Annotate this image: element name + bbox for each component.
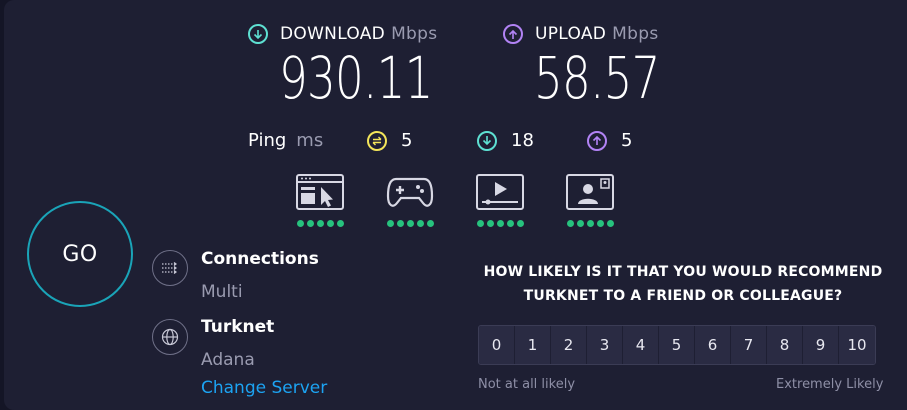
- web-browsing-icon: [296, 174, 344, 210]
- nps-option-8[interactable]: 8: [767, 326, 803, 364]
- ping-idle: 5: [367, 130, 412, 151]
- arrow-down-circle-icon: [248, 24, 268, 44]
- ping-download-value: 18: [511, 130, 534, 151]
- idle-latency-icon: [367, 130, 387, 151]
- video-chat-icon: [566, 174, 614, 210]
- video-chat-dots: [566, 220, 614, 227]
- web-browsing-rating: [296, 174, 344, 227]
- video-chat-rating: [566, 174, 614, 227]
- globe-icon: [152, 319, 188, 355]
- survey-question: HOW LIKELY IS IT THAT YOU WOULD RECOMMEN…: [463, 260, 903, 308]
- survey-question-line1: HOW LIKELY IS IT THAT YOU WOULD RECOMMEN…: [483, 264, 883, 280]
- download-label: DOWNLOAD: [280, 24, 386, 44]
- download-unit: Mbps: [391, 24, 438, 44]
- web-browsing-dots: [296, 220, 344, 227]
- nps-option-2[interactable]: 2: [551, 326, 587, 364]
- scale-high-label: Extremely Likely: [776, 377, 884, 392]
- nps-option-9[interactable]: 9: [803, 326, 839, 364]
- nps-option-3[interactable]: 3: [587, 326, 623, 364]
- survey-question-line2: TURKNET TO A FRIEND OR COLLEAGUE?: [523, 288, 843, 304]
- nps-option-5[interactable]: 5: [659, 326, 695, 364]
- connections-title: Connections: [201, 249, 319, 269]
- nps-option-7[interactable]: 7: [731, 326, 767, 364]
- video-streaming-rating: [476, 174, 524, 227]
- upload-header: UPLOAD Mbps: [503, 24, 658, 44]
- change-server-link[interactable]: Change Server: [201, 378, 327, 398]
- go-button[interactable]: GO: [27, 201, 133, 307]
- server-name: Turknet: [201, 317, 275, 337]
- gaming-icon: [386, 177, 434, 207]
- ping-unit: ms: [296, 130, 324, 151]
- ping-label-group: Ping ms: [248, 130, 323, 151]
- server-location: Adana: [201, 350, 255, 370]
- gaming-rating: [386, 174, 434, 227]
- connections-value: Multi: [201, 282, 243, 302]
- ping-download: 18: [477, 130, 534, 151]
- download-header: DOWNLOAD Mbps: [248, 24, 437, 44]
- nps-option-6[interactable]: 6: [695, 326, 731, 364]
- download-value: 930.11: [279, 44, 433, 112]
- scale-low-label: Not at all likely: [478, 377, 576, 392]
- upload-label: UPLOAD: [535, 24, 607, 44]
- nps-scale: 0 1 2 3 4 5 6 7 8 9 10: [478, 325, 876, 365]
- ping-upload: 5: [587, 130, 632, 151]
- nps-option-1[interactable]: 1: [515, 326, 551, 364]
- nps-option-4[interactable]: 4: [623, 326, 659, 364]
- video-streaming-dots: [476, 220, 524, 227]
- ping-upload-value: 5: [621, 130, 633, 151]
- ping-label: Ping: [248, 130, 287, 151]
- gaming-dots: [386, 220, 434, 227]
- nps-option-0[interactable]: 0: [479, 326, 515, 364]
- connections-icon: [152, 250, 188, 286]
- upload-value: 58.57: [534, 44, 660, 112]
- upload-unit: Mbps: [612, 24, 659, 44]
- arrow-up-circle-icon: [503, 24, 523, 44]
- video-streaming-icon: [476, 174, 524, 210]
- nps-option-10[interactable]: 10: [839, 326, 875, 364]
- ping-idle-value: 5: [401, 130, 413, 151]
- upload-latency-icon: [587, 130, 607, 151]
- download-latency-icon: [477, 130, 497, 151]
